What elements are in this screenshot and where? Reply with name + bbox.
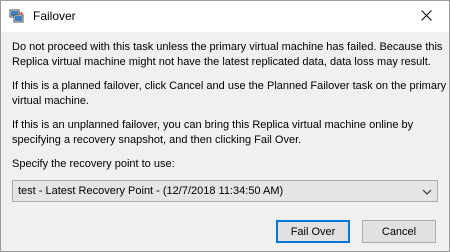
dialog-content: Do not proceed with this task unless the… — [1, 32, 449, 251]
failover-dialog: Failover Do not proceed with this task u… — [0, 0, 450, 252]
recovery-point-selected: test - Latest Recovery Point - (12/7/201… — [18, 185, 284, 197]
close-button[interactable] — [403, 1, 449, 32]
unplanned-line-2: specifying a recovery snapshot, and then… — [12, 134, 302, 146]
planned-line-1: If this is a planned failover, click Can… — [12, 80, 447, 92]
warning-line-1: Do not proceed with this task unless the… — [12, 41, 443, 53]
warning-paragraph: Do not proceed with this task unless the… — [12, 40, 442, 70]
planned-failover-paragraph: If this is a planned failover, click Can… — [12, 79, 446, 109]
unplanned-line-1: If this is an unplanned failover, you ca… — [12, 119, 414, 131]
recovery-point-dropdown[interactable]: test - Latest Recovery Point - (12/7/201… — [12, 180, 438, 202]
fail-over-button[interactable]: Fail Over — [276, 220, 350, 243]
recovery-point-label: Specify the recovery point to use: — [12, 158, 175, 170]
chevron-down-icon — [422, 187, 432, 195]
title-bar[interactable]: Failover — [1, 1, 449, 32]
warning-line-2: Replica virtual machine might not have t… — [12, 56, 431, 68]
hyper-v-replica-icon — [9, 8, 25, 24]
planned-line-2: virtual machine. — [12, 95, 90, 107]
close-icon — [420, 9, 432, 24]
unplanned-failover-paragraph: If this is an unplanned failover, you ca… — [12, 118, 442, 148]
window-title: Failover — [33, 9, 76, 23]
cancel-button[interactable]: Cancel — [362, 220, 436, 243]
